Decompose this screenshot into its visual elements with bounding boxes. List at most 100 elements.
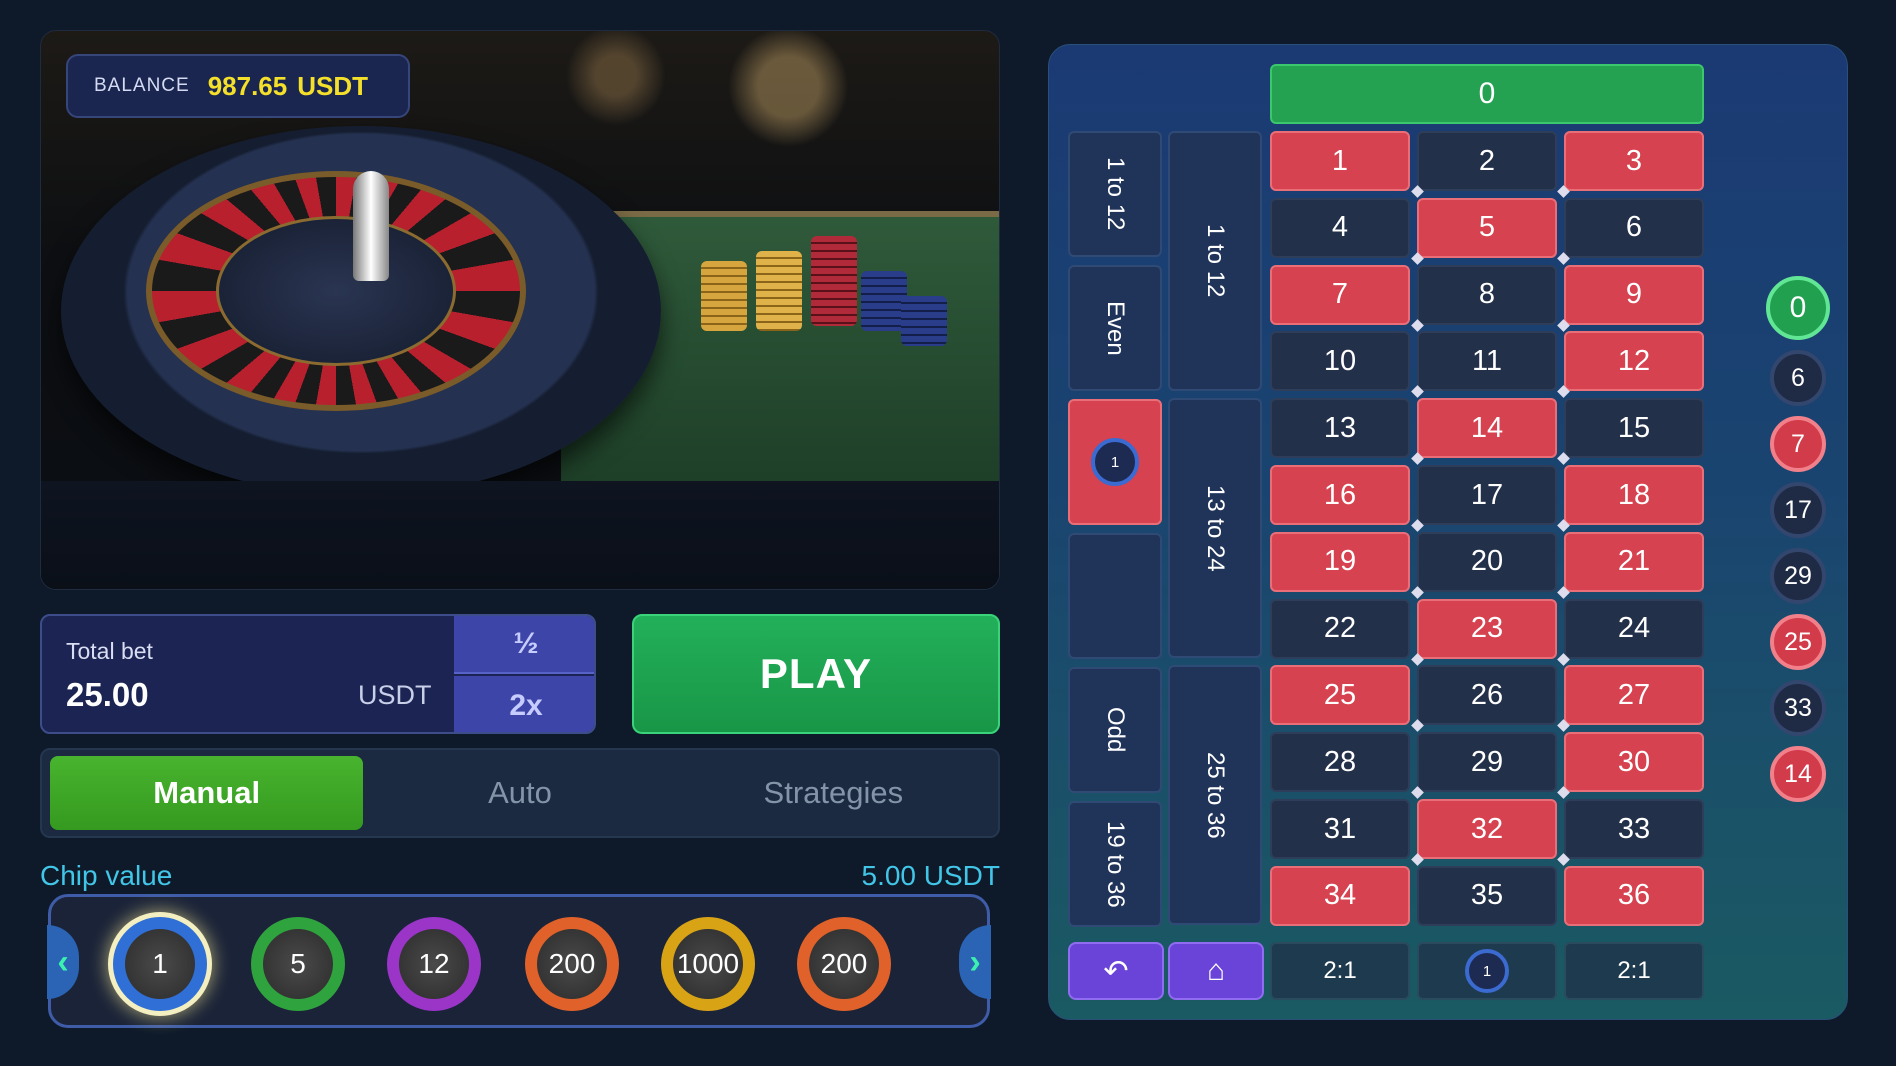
number-13-cell[interactable]: 13 <box>1270 398 1410 459</box>
history-number-6: 6 <box>1770 350 1826 406</box>
chevron-left-icon[interactable]: ‹ <box>47 925 79 999</box>
outer-bet-label: 1 to 12 <box>1102 157 1129 231</box>
number-34-cell[interactable]: 34 <box>1270 865 1410 926</box>
history-number-0: 0 <box>1766 276 1830 340</box>
number-2-cell[interactable]: 2 <box>1417 131 1557 191</box>
outer-bet-1-to-12[interactable]: 1 to 12 <box>1068 131 1162 257</box>
number-28-cell[interactable]: 28 <box>1270 732 1410 793</box>
clear-bets-button[interactable]: ⌂ <box>1168 942 1264 1000</box>
number-33-cell[interactable]: 33 <box>1564 799 1704 859</box>
chip-value: 1 <box>125 929 195 999</box>
number-20-cell[interactable]: 20 <box>1417 531 1557 592</box>
number-9-cell[interactable]: 9 <box>1564 264 1704 325</box>
dozen-3-cell[interactable]: 25 to 36 <box>1168 665 1262 925</box>
number-30-cell[interactable]: 30 <box>1564 732 1704 793</box>
play-button[interactable]: PLAY <box>632 614 1000 734</box>
chip-selector: ‹ › 1 5 12 200 1000 200 <box>47 894 991 1028</box>
number-27-cell[interactable]: 27 <box>1564 665 1704 726</box>
undo-button[interactable]: ↶ <box>1068 942 1164 1000</box>
number-15-cell[interactable]: 15 <box>1564 398 1704 459</box>
outer-bet-label: Odd <box>1102 707 1129 753</box>
placed-chip: 1 <box>1465 949 1509 993</box>
chip-1000[interactable]: 1000 <box>661 917 755 1011</box>
number-26-cell[interactable]: 26 <box>1417 665 1557 726</box>
number-14-cell[interactable]: 14 <box>1417 398 1557 459</box>
number-3-cell[interactable]: 3 <box>1564 131 1704 191</box>
half-bet-button[interactable]: ½ <box>454 616 594 674</box>
number-16-cell[interactable]: 16 <box>1270 465 1410 525</box>
dozen-label: 1 to 12 <box>1202 224 1229 298</box>
number-29-cell[interactable]: 29 <box>1417 732 1557 793</box>
total-bet-amount: 25.00 <box>66 676 149 713</box>
number-32-cell[interactable]: 32 <box>1417 799 1557 859</box>
tab-auto[interactable]: Auto <box>363 756 676 830</box>
dozen-2-cell[interactable]: 13 to 24 <box>1168 398 1262 658</box>
chip-1[interactable]: 1 <box>113 917 207 1011</box>
chip-value-amount: 5.00 USDT <box>861 860 1001 891</box>
number-25-cell[interactable]: 25 <box>1270 665 1410 726</box>
tab-manual[interactable]: Manual <box>50 756 364 830</box>
outer-bet-odd[interactable]: Odd <box>1068 667 1162 793</box>
number-31-cell[interactable]: 31 <box>1270 799 1410 859</box>
blue-chip-stack <box>901 296 947 346</box>
outer-bet-even[interactable]: Even <box>1068 265 1162 391</box>
number-19-cell[interactable]: 19 <box>1270 531 1410 592</box>
column-bet-2[interactable]: 1 <box>1417 942 1557 1000</box>
chip-value-label: Chip value <box>40 860 173 891</box>
number-35-cell[interactable]: 35 <box>1417 865 1557 926</box>
hero-floor <box>41 481 999 589</box>
number-21-cell[interactable]: 21 <box>1564 531 1704 592</box>
number-8-cell[interactable]: 8 <box>1417 264 1557 325</box>
black-bet-cell[interactable] <box>1068 533 1162 659</box>
history-number-7: 7 <box>1770 416 1826 472</box>
dozen-label: 25 to 36 <box>1202 751 1229 839</box>
chip-value: 5 <box>263 929 333 999</box>
column-bet-1[interactable]: 2:1 <box>1270 942 1410 1000</box>
history-number-17: 17 <box>1770 482 1826 538</box>
red-bet-cell[interactable]: 1 <box>1068 399 1162 525</box>
number-4-cell[interactable]: 4 <box>1270 197 1410 258</box>
chip-12[interactable]: 12 <box>387 917 481 1011</box>
chip-value: 12 <box>399 929 469 999</box>
placed-chip: 1 <box>1091 438 1139 486</box>
number-6-cell[interactable]: 6 <box>1564 197 1704 258</box>
history-number-29: 29 <box>1770 548 1826 604</box>
balance-label: BALANCE <box>94 75 190 96</box>
dozen-1-cell[interactable]: 1 to 12 <box>1168 131 1262 391</box>
number-5-cell[interactable]: 5 <box>1417 197 1557 258</box>
history-number-33: 33 <box>1770 680 1826 736</box>
number-1-cell[interactable]: 1 <box>1270 131 1410 191</box>
number-23-cell[interactable]: 23 <box>1417 598 1557 659</box>
number-24-cell[interactable]: 24 <box>1564 598 1704 659</box>
tab-strategies[interactable]: Strategies <box>677 756 990 830</box>
total-bet-currency: USDT <box>358 680 432 710</box>
red-chip-stack <box>811 236 857 326</box>
wheel-turret <box>353 171 389 281</box>
chevron-right-icon[interactable]: › <box>959 925 991 999</box>
chip-5[interactable]: 5 <box>251 917 345 1011</box>
number-22-cell[interactable]: 22 <box>1270 598 1410 659</box>
chip-value: 200 <box>537 929 607 999</box>
dozen-label: 13 to 24 <box>1202 484 1229 572</box>
balance-display: BALANCE 987.65 USDT <box>66 54 410 118</box>
number-10-cell[interactable]: 10 <box>1270 331 1410 392</box>
number-17-cell[interactable]: 17 <box>1417 465 1557 525</box>
wheel-center <box>216 216 456 366</box>
total-bet-label: Total bet <box>66 638 153 664</box>
number-0-cell[interactable]: 0 <box>1270 64 1704 124</box>
gold-coin-stack <box>756 251 802 331</box>
chip-200[interactable]: 200 <box>797 917 891 1011</box>
column-bet-3[interactable]: 2:1 <box>1564 942 1704 1000</box>
chip-value: 200 <box>809 929 879 999</box>
double-bet-button[interactable]: 2x <box>454 676 594 732</box>
number-36-cell[interactable]: 36 <box>1564 865 1704 926</box>
history-number-25: 25 <box>1770 614 1826 670</box>
balance-currency: USDT <box>297 70 369 101</box>
number-7-cell[interactable]: 7 <box>1270 264 1410 325</box>
number-11-cell[interactable]: 11 <box>1417 331 1557 392</box>
number-12-cell[interactable]: 12 <box>1564 331 1704 392</box>
chip-value: 1000 <box>673 929 743 999</box>
outer-bet-19-to-36[interactable]: 19 to 36 <box>1068 801 1162 927</box>
number-18-cell[interactable]: 18 <box>1564 465 1704 525</box>
chip-200[interactable]: 200 <box>525 917 619 1011</box>
